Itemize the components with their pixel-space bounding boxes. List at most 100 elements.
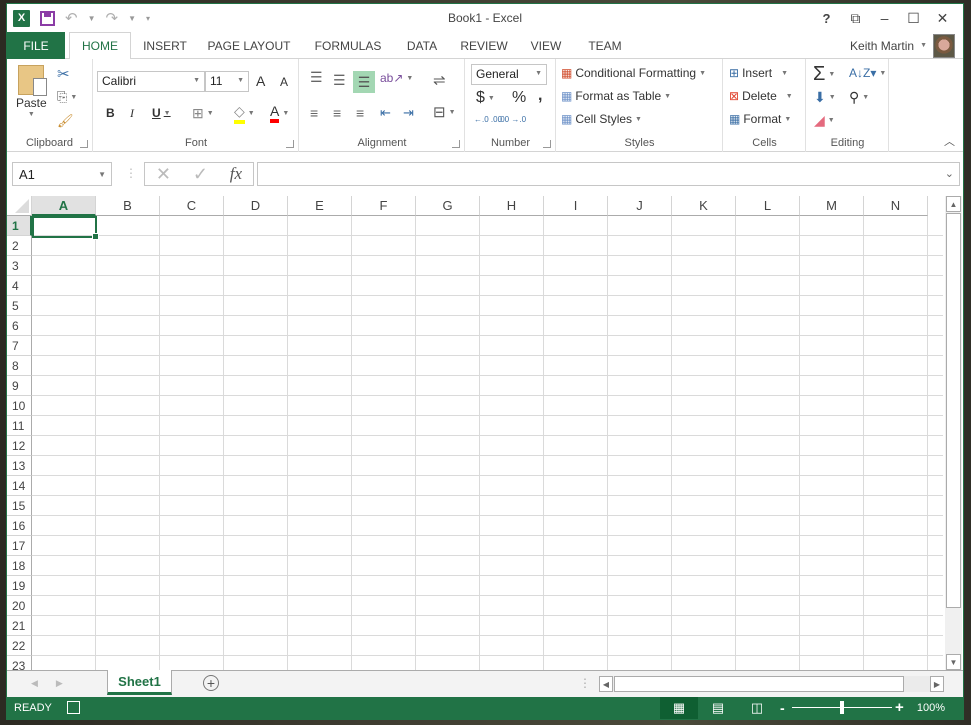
row-header-22[interactable]: 22 xyxy=(7,636,32,656)
new-sheet-icon[interactable]: + xyxy=(203,675,219,691)
zoom-slider[interactable] xyxy=(792,701,892,714)
format-cells-button[interactable]: ▦ Format ▼ xyxy=(729,112,791,126)
next-sheet-icon[interactable]: ▶ xyxy=(56,678,63,689)
format-as-table-button[interactable]: ▦ Format as Table ▼ xyxy=(561,89,671,103)
row-header-2[interactable]: 2 xyxy=(7,236,32,256)
decrease-indent-icon[interactable]: ⇤ xyxy=(380,105,391,121)
column-header-b[interactable]: B xyxy=(96,196,160,216)
minimize-button[interactable]: – xyxy=(870,7,899,29)
row-header-17[interactable]: 17 xyxy=(7,536,32,556)
tab-home[interactable]: HOME xyxy=(69,32,131,60)
column-header-f[interactable]: F xyxy=(352,196,416,216)
column-header-a[interactable]: A xyxy=(32,196,96,216)
cell-area[interactable] xyxy=(32,216,943,670)
row-header-21[interactable]: 21 xyxy=(7,616,32,636)
wrap-text-icon[interactable]: ⇌ xyxy=(433,71,446,89)
row-header-3[interactable]: 3 xyxy=(7,256,32,276)
comma-button[interactable]: , xyxy=(538,87,542,105)
help-button[interactable]: ? xyxy=(812,7,841,29)
enter-icon[interactable]: ✓ xyxy=(193,164,208,185)
ribbon-display-options-button[interactable]: ⧉ xyxy=(841,7,870,29)
zoom-level[interactable]: 100% xyxy=(917,702,945,714)
italic-button[interactable]: I xyxy=(130,106,134,121)
delete-cells-button[interactable]: ⊠ Delete ▼ xyxy=(729,89,793,103)
zoom-out-icon[interactable]: - xyxy=(780,700,785,716)
horizontal-scrollbar[interactable]: ◀ ▶ xyxy=(599,676,944,692)
column-header-g[interactable]: G xyxy=(416,196,480,216)
sort-filter-button[interactable]: A↓Z▾ ▼ xyxy=(849,66,886,80)
autosum-button[interactable]: Σ ▼ xyxy=(813,63,835,86)
fill-color-button[interactable]: ◇ ▼ xyxy=(234,103,255,124)
vertical-scrollbar[interactable]: ▲ ▼ xyxy=(945,196,962,670)
tab-data[interactable]: DATA xyxy=(397,32,447,59)
align-left-icon[interactable]: ≡ xyxy=(310,105,318,121)
row-header-15[interactable]: 15 xyxy=(7,496,32,516)
column-header-e[interactable]: E xyxy=(288,196,352,216)
row-header-19[interactable]: 19 xyxy=(7,576,32,596)
clear-button[interactable]: ◢ ▼ xyxy=(814,112,835,129)
currency-button[interactable]: $ ▼ xyxy=(476,89,495,107)
cell-styles-button[interactable]: ▦ Cell Styles ▼ xyxy=(561,112,642,126)
tab-file[interactable]: FILE xyxy=(7,32,65,59)
number-format-select[interactable]: General ▼ xyxy=(471,64,547,85)
scroll-up-icon[interactable]: ▲ xyxy=(946,196,961,212)
normal-view-icon[interactable]: ▦ xyxy=(660,697,698,719)
row-header-16[interactable]: 16 xyxy=(7,516,32,536)
formula-bar-splitter[interactable]: ⋮ xyxy=(125,166,137,180)
conditional-formatting-button[interactable]: ▦ Conditional Formatting ▼ xyxy=(561,66,706,80)
paste-button[interactable]: Paste ▼ xyxy=(16,65,48,118)
row-header-23[interactable]: 23 xyxy=(7,656,32,670)
merge-center-icon[interactable]: ⊟ ▼ xyxy=(433,103,456,121)
scroll-down-icon[interactable]: ▼ xyxy=(946,654,961,670)
row-header-6[interactable]: 6 xyxy=(7,316,32,336)
align-right-icon[interactable]: ≡ xyxy=(356,105,364,121)
row-header-1[interactable]: 1 xyxy=(7,216,32,236)
column-header-j[interactable]: J xyxy=(608,196,672,216)
column-header-m[interactable]: M xyxy=(800,196,864,216)
row-header-4[interactable]: 4 xyxy=(7,276,32,296)
avatar[interactable] xyxy=(933,33,955,58)
collapse-ribbon-icon[interactable]: ︿ xyxy=(944,133,955,149)
vertical-scroll-thumb[interactable] xyxy=(946,213,961,608)
font-name-select[interactable]: Calibri ▼ xyxy=(97,71,205,92)
user-account[interactable]: Keith Martin ▼ xyxy=(850,32,955,59)
column-header-c[interactable]: C xyxy=(160,196,224,216)
bold-button[interactable]: B xyxy=(106,106,115,120)
cancel-icon[interactable]: ✕ xyxy=(156,164,171,185)
row-header-8[interactable]: 8 xyxy=(7,356,32,376)
tab-page-layout[interactable]: PAGE LAYOUT xyxy=(201,32,297,59)
row-header-12[interactable]: 12 xyxy=(7,436,32,456)
row-header-5[interactable]: 5 xyxy=(7,296,32,316)
increase-indent-icon[interactable]: ⇥ xyxy=(403,105,414,121)
row-header-14[interactable]: 14 xyxy=(7,476,32,496)
middle-align-icon[interactable]: ☰ xyxy=(333,72,346,89)
borders-button[interactable]: ⊞ ▼ xyxy=(192,105,214,122)
clipboard-dialog-launcher[interactable] xyxy=(80,140,88,148)
grow-font-button[interactable]: A xyxy=(256,73,265,89)
copy-icon[interactable]: ⎘ ▼ xyxy=(57,89,77,105)
column-header-d[interactable]: D xyxy=(224,196,288,216)
insert-function-icon[interactable]: fx xyxy=(230,164,242,184)
select-all-button[interactable] xyxy=(7,196,32,216)
column-header-l[interactable]: L xyxy=(736,196,800,216)
column-header-h[interactable]: H xyxy=(480,196,544,216)
tab-view[interactable]: VIEW xyxy=(521,32,571,59)
font-color-button[interactable]: A ▼ xyxy=(270,103,289,123)
decrease-decimal-button[interactable]: .00 →.0 xyxy=(498,115,526,124)
column-header-i[interactable]: I xyxy=(544,196,608,216)
row-header-10[interactable]: 10 xyxy=(7,396,32,416)
top-align-icon[interactable]: ☰ xyxy=(310,69,323,86)
shrink-font-button[interactable]: A xyxy=(280,75,288,89)
scroll-right-icon[interactable]: ▶ xyxy=(930,676,944,692)
find-select-button[interactable]: ⚲ ▼ xyxy=(849,89,869,106)
row-header-20[interactable]: 20 xyxy=(7,596,32,616)
tab-splitter[interactable]: ⋮ xyxy=(579,676,591,690)
font-dialog-launcher[interactable] xyxy=(286,140,294,148)
zoom-slider-thumb[interactable] xyxy=(840,701,844,714)
row-header-7[interactable]: 7 xyxy=(7,336,32,356)
name-box[interactable]: A1 ▼ xyxy=(12,162,112,186)
expand-formula-bar-icon[interactable]: ⌄ xyxy=(945,167,954,180)
orientation-icon[interactable]: ab↗ ▼ xyxy=(380,71,413,85)
font-size-select[interactable]: 11 ▼ xyxy=(205,71,249,92)
formula-input[interactable]: ⌄ xyxy=(257,162,960,186)
